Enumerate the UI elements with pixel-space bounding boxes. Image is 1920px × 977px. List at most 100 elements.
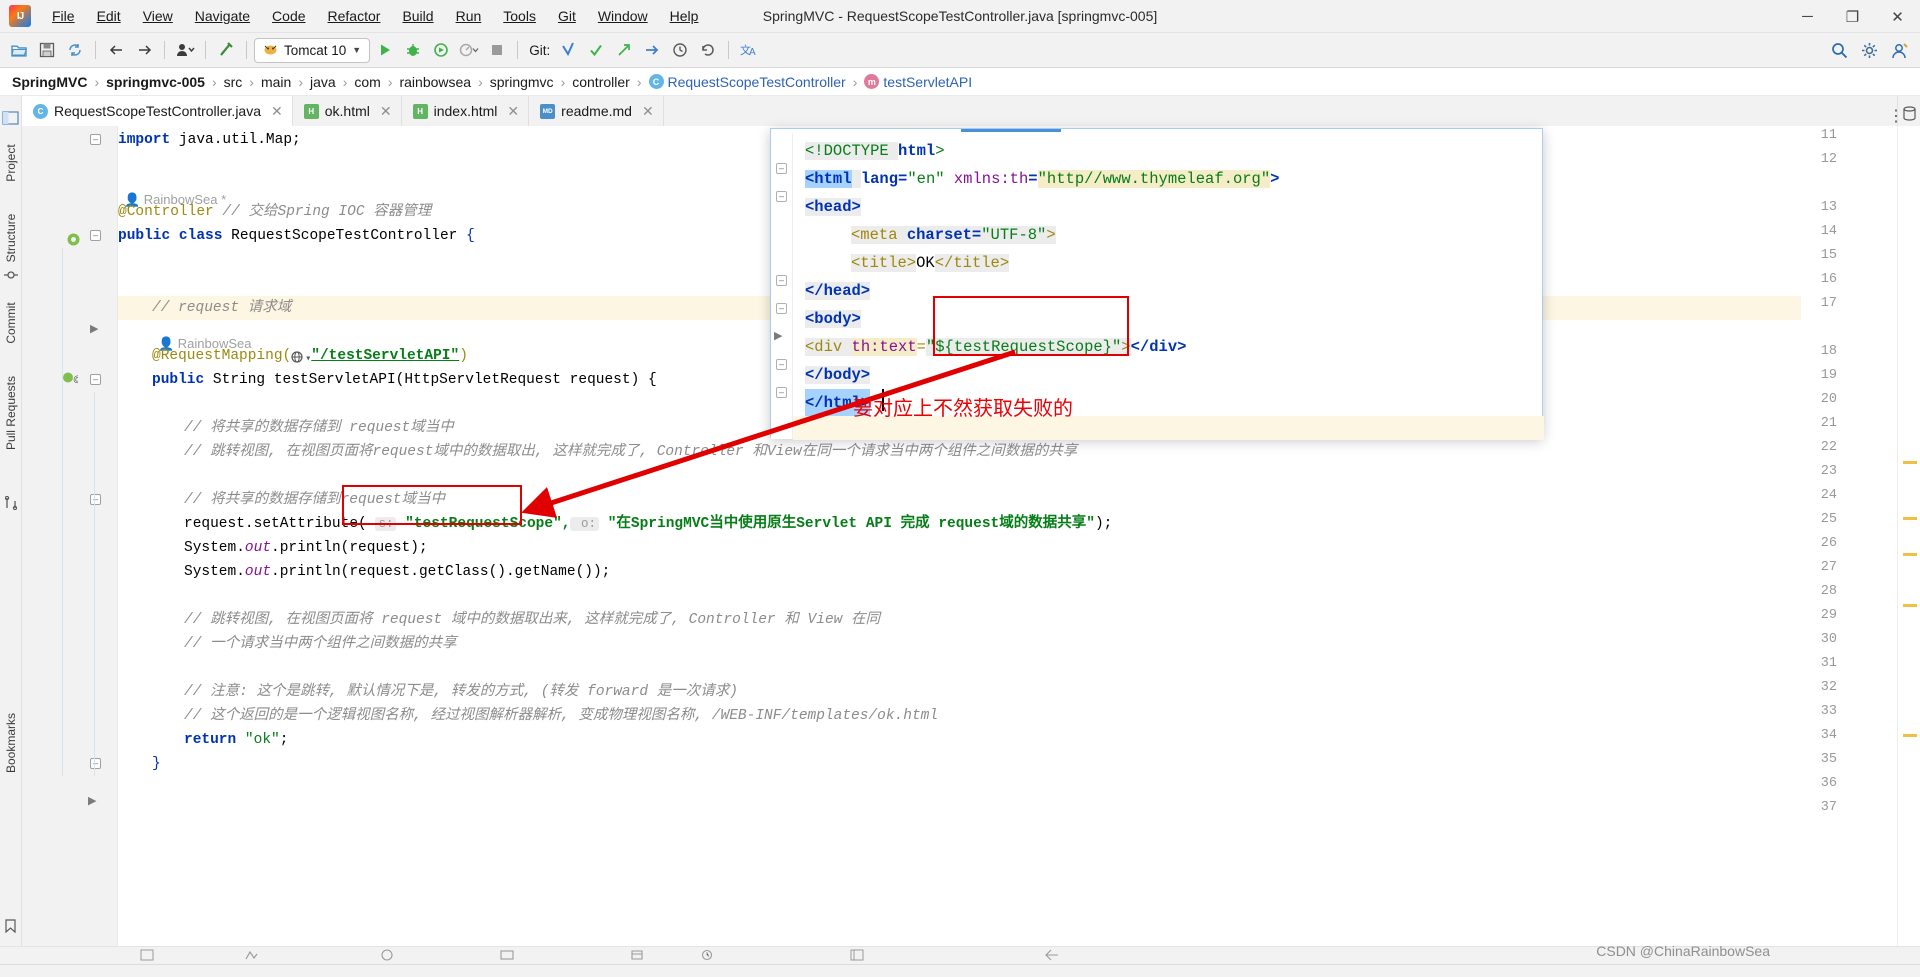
commit-tool-icon[interactable] — [4, 268, 18, 285]
stop-icon[interactable] — [484, 37, 510, 63]
git-update-icon[interactable] — [555, 37, 581, 63]
menu-run[interactable]: Run — [445, 4, 493, 28]
menu-git[interactable]: Git — [547, 4, 587, 28]
close-button[interactable]: ✕ — [1875, 0, 1920, 33]
debug-icon[interactable] — [400, 37, 426, 63]
bottom-icon-3[interactable] — [380, 949, 394, 964]
git-push-icon[interactable] — [611, 37, 637, 63]
forward-arrow-icon[interactable] — [131, 37, 157, 63]
fold-marker-method[interactable]: – — [90, 374, 101, 385]
bookmark-icon[interactable] — [5, 919, 16, 936]
build-hammer-icon[interactable] — [213, 37, 239, 63]
tab-close-3[interactable]: ✕ — [642, 103, 654, 120]
menu-file[interactable]: File — [41, 4, 86, 28]
fold-marker-end[interactable]: – — [90, 758, 101, 769]
code-marker-1[interactable] — [1903, 461, 1917, 464]
breadcrumb-item-springmvc-005[interactable]: springmvc-005 — [106, 74, 205, 90]
run-coverage-icon[interactable] — [428, 37, 454, 63]
breadcrumb-item-src[interactable]: src — [224, 74, 243, 90]
bottom-icon-1[interactable] — [140, 949, 154, 964]
tool-label-pull-requests[interactable]: Pull Requests — [4, 370, 18, 456]
breadcrumb-item-rainbowsea[interactable]: rainbowsea — [399, 74, 471, 90]
minimize-button[interactable]: ─ — [1785, 0, 1830, 33]
search-icon[interactable] — [1826, 37, 1852, 63]
breadcrumb-item-main[interactable]: main — [261, 74, 291, 90]
maximize-button[interactable]: ❐ — [1830, 0, 1875, 33]
popup-fold-head[interactable]: – — [776, 191, 787, 202]
bean-gutter-icon[interactable] — [66, 232, 81, 250]
git-pull-icon[interactable] — [639, 37, 665, 63]
breadcrumb-item-springmvc-pkg[interactable]: springmvc — [490, 74, 554, 90]
popup-fold-body-close[interactable]: – — [776, 359, 787, 370]
run-gutter-arrow-icon[interactable]: ▶ — [90, 322, 98, 335]
fold-marker-class[interactable]: – — [90, 230, 101, 241]
open-folder-icon[interactable] — [6, 37, 32, 63]
request-mapping-gutter-icon[interactable]: @ — [62, 370, 82, 388]
popup-fold-html-close[interactable]: – — [776, 387, 787, 398]
breadcrumb-item-springmvc[interactable]: SpringMVC — [12, 74, 87, 90]
logo-text: IJ — [16, 10, 24, 22]
save-icon[interactable] — [34, 37, 60, 63]
tool-label-bookmarks[interactable]: Bookmarks — [4, 700, 18, 786]
tab-index-html[interactable]: H index.html ✕ — [401, 96, 530, 126]
menu-help[interactable]: Help — [659, 4, 710, 28]
menu-build[interactable]: Build — [391, 4, 444, 28]
tab-request-scope-test-controller[interactable]: C RequestScopeTestController.java ✕ — [22, 96, 293, 126]
code-marker-5[interactable] — [1903, 734, 1917, 737]
menu-tools[interactable]: Tools — [492, 4, 547, 28]
tool-label-structure[interactable]: Structure — [4, 209, 18, 267]
popup-fold-body[interactable]: – — [776, 303, 787, 314]
breadcrumb-item-class[interactable]: RequestScopeTestController — [668, 74, 846, 90]
user-profile-icon[interactable] — [172, 37, 198, 63]
popup-fold-html[interactable]: – — [776, 163, 787, 174]
rollback-icon[interactable] — [695, 37, 721, 63]
menu-window[interactable]: Window — [587, 4, 659, 28]
breadcrumb-item-controller[interactable]: controller — [572, 74, 630, 90]
database-tool-icon[interactable] — [1902, 106, 1917, 124]
translate-icon[interactable]: 文A — [736, 37, 762, 63]
menu-view[interactable]: View — [132, 4, 184, 28]
mapping-path[interactable]: "/testServletAPI" — [311, 348, 459, 364]
git-commit-icon[interactable] — [583, 37, 609, 63]
markdown-file-icon: MD — [540, 103, 556, 119]
bottom-icon-7[interactable] — [850, 949, 864, 964]
tool-label-commit[interactable]: Commit — [4, 294, 18, 352]
back-arrow-icon[interactable] — [103, 37, 129, 63]
run-icon[interactable] — [372, 37, 398, 63]
breadcrumb-item-method[interactable]: testServletAPI — [883, 74, 972, 90]
gear-icon[interactable] — [1856, 37, 1882, 63]
code-marker-2[interactable] — [1903, 517, 1917, 520]
sync-icon[interactable] — [62, 37, 88, 63]
account-icon[interactable] — [1886, 37, 1912, 63]
history-clock-icon[interactable] — [667, 37, 693, 63]
editor-marker-bar[interactable] — [1897, 126, 1920, 964]
project-tool-icon[interactable] — [2, 110, 20, 128]
fold-marker-block[interactable]: – — [90, 494, 101, 505]
bottom-icon-5[interactable] — [630, 949, 644, 964]
code-marker-3[interactable] — [1903, 553, 1917, 556]
breadcrumb-item-com[interactable]: com — [354, 74, 380, 90]
menu-code[interactable]: Code — [261, 4, 316, 28]
bottom-icon-2[interactable] — [245, 949, 259, 964]
tab-close-0[interactable]: ✕ — [271, 103, 283, 120]
popup-fold-head-close[interactable]: – — [776, 275, 787, 286]
fold-marker-import[interactable]: – — [90, 134, 101, 145]
pull-requests-tool-icon[interactable] — [4, 495, 18, 513]
bottom-icon-4[interactable] — [500, 949, 514, 964]
code-marker-4[interactable] — [1903, 604, 1917, 607]
menu-navigate[interactable]: Navigate — [184, 4, 261, 28]
tab-readme-md[interactable]: MD readme.md ✕ — [529, 96, 664, 126]
menu-refactor[interactable]: Refactor — [317, 4, 392, 28]
tab-close-1[interactable]: ✕ — [380, 103, 392, 120]
profiler-icon[interactable] — [456, 37, 482, 63]
tab-close-2[interactable]: ✕ — [507, 103, 519, 120]
bottom-icon-8[interactable] — [1045, 949, 1059, 964]
tool-label-project[interactable]: Project — [4, 134, 18, 192]
tab-ok-html[interactable]: H ok.html ✕ — [292, 96, 402, 126]
breadcrumb-item-java[interactable]: java — [310, 74, 336, 90]
chevron-down-icon[interactable]: ▼ — [352, 45, 361, 55]
bottom-icon-6[interactable] — [700, 949, 714, 964]
menu-edit[interactable]: Edit — [86, 4, 132, 28]
run-configuration-selector[interactable]: Tomcat 10 ▼ — [254, 37, 371, 63]
popup-expand-arrow-icon[interactable]: ▶ — [774, 329, 782, 342]
